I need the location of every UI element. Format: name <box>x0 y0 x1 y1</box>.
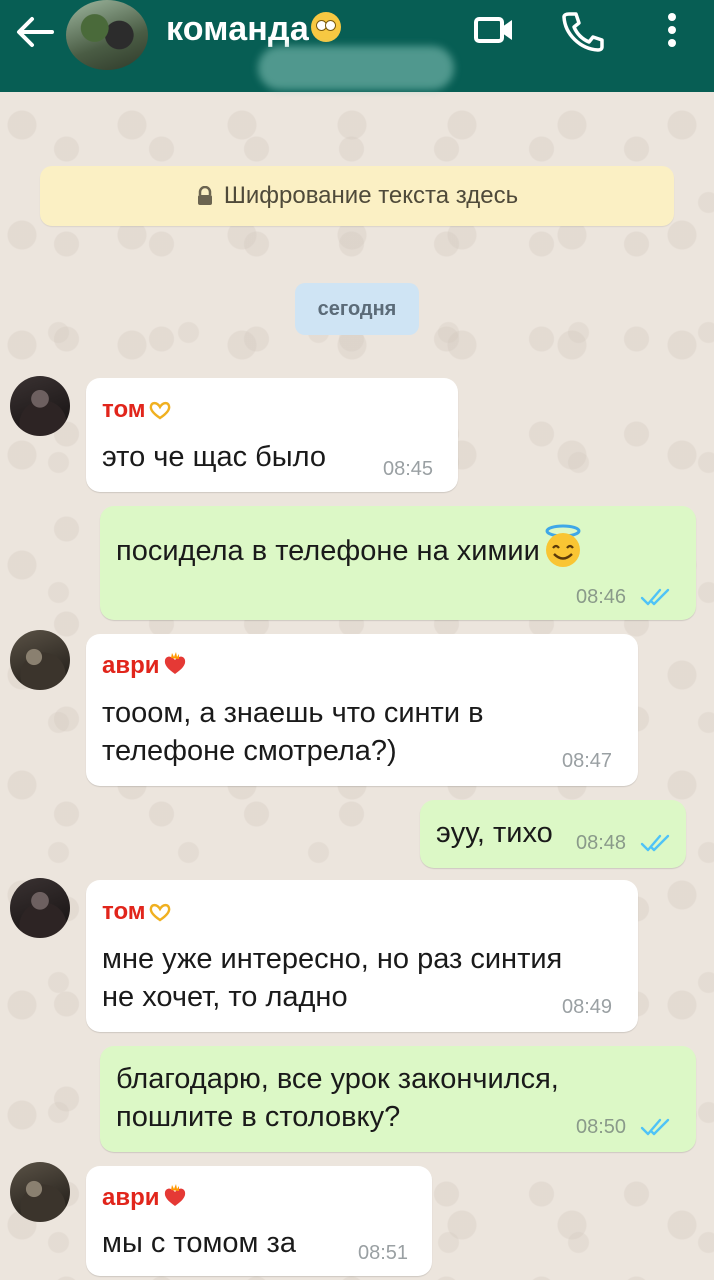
message-text: это че щас было <box>102 441 326 473</box>
sender-avatar[interactable] <box>10 878 70 938</box>
heart-hands-icon <box>148 399 172 427</box>
sender-name[interactable]: аври <box>102 1184 188 1215</box>
blurred-subtitle <box>258 46 454 90</box>
message-time: 08:48 <box>576 832 627 854</box>
sender-name[interactable]: том <box>102 898 172 929</box>
message-bubble[interactable]: благодарю, все урок закончился, пошлите … <box>100 1046 696 1152</box>
more-vert-icon <box>668 13 676 47</box>
encryption-text: Шифрование текста здесь <box>223 182 519 209</box>
encryption-notice[interactable]: Шифрование текста здесь <box>40 166 674 226</box>
lock-icon <box>196 186 214 206</box>
group-avatar[interactable] <box>66 0 148 70</box>
date-divider: сегодня <box>295 283 419 335</box>
chat-title-container[interactable]: команда <box>166 10 341 49</box>
heart-hands-icon <box>148 901 172 929</box>
message-time: 08:50 <box>576 1116 627 1138</box>
message-bubble[interactable]: эуу, тихо 08:48 <box>420 800 686 868</box>
read-ticks-icon <box>640 1118 670 1136</box>
message-time: 08:45 <box>383 458 434 480</box>
message-text: благодарю, все урок закончился, пошлите … <box>116 1063 559 1133</box>
message-text: посидела в телефоне на химии <box>116 535 540 567</box>
read-ticks-icon <box>640 834 670 852</box>
message-time: 08:51 <box>358 1242 409 1264</box>
video-call-icon <box>474 17 512 43</box>
sender-avatar[interactable] <box>10 1162 70 1222</box>
sender-avatar[interactable] <box>10 630 70 690</box>
message-text: тооом, а знаешь что синти в телефоне смо… <box>102 697 484 767</box>
message-bubble[interactable]: посидела в телефоне на химии 08:46 <box>100 506 696 620</box>
chat-header: команда <box>0 0 714 92</box>
chat-title: команда <box>166 10 309 48</box>
back-arrow-icon <box>17 17 54 47</box>
heart-on-fire-icon <box>162 1184 188 1215</box>
message-bubble[interactable]: аври мы с томом за 08:51 <box>86 1166 432 1276</box>
message-bubble[interactable]: аври тооом, а знаешь что синти в телефон… <box>86 634 638 786</box>
message-text-container: посидела в телефоне на химии <box>116 524 586 578</box>
read-ticks-icon <box>640 588 670 606</box>
message-time: 08:47 <box>562 750 613 772</box>
message-bubble[interactable]: том мне уже интересно, но раз синтия не … <box>86 880 638 1032</box>
heart-on-fire-icon <box>162 652 188 683</box>
video-call-button[interactable] <box>470 8 518 52</box>
sender-name[interactable]: аври <box>102 652 188 683</box>
message-bubble[interactable]: том это че щас было 08:45 <box>86 378 458 492</box>
smiling-face-with-halo-icon <box>540 524 586 578</box>
phone-icon <box>562 12 604 52</box>
back-button[interactable] <box>12 14 56 50</box>
sender-name[interactable]: том <box>102 396 172 427</box>
message-text: эуу, тихо <box>436 817 553 849</box>
message-time: 08:49 <box>562 996 613 1018</box>
more-options-button[interactable] <box>648 8 696 52</box>
sender-avatar[interactable] <box>10 376 70 436</box>
eye-roll-emoji-icon <box>310 12 341 42</box>
message-text: мы с томом за <box>102 1227 296 1259</box>
message-time: 08:46 <box>576 586 627 608</box>
message-text: мне уже интересно, но раз синтия не хоче… <box>102 943 563 1013</box>
voice-call-button[interactable] <box>558 8 606 52</box>
